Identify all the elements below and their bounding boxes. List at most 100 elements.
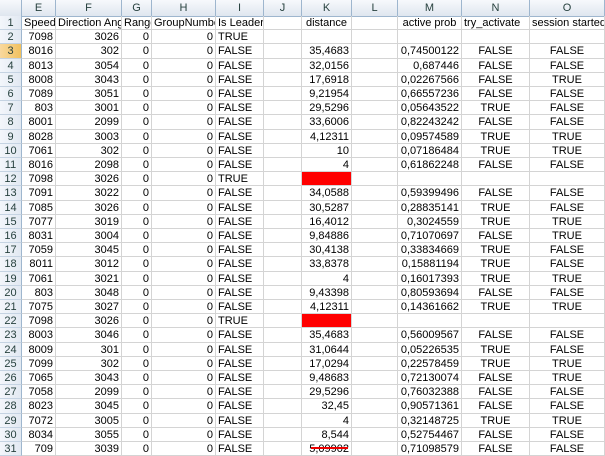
cell-f[interactable]: 3021 [56,271,122,286]
cell-g[interactable]: 0 [122,143,152,158]
cell-g[interactable]: 0 [122,58,152,73]
cell-l[interactable] [352,413,398,428]
cell-j[interactable] [264,257,302,272]
cell-l[interactable] [352,314,398,329]
cell-g[interactable]: 0 [122,200,152,215]
cell-l[interactable] [352,186,398,201]
cell-e[interactable]: 8034 [22,427,56,442]
cell-n[interactable]: FALSE [462,44,530,59]
cell-f[interactable]: 3022 [56,186,122,201]
cell-e[interactable]: 8028 [22,129,56,144]
cell-g[interactable]: 0 [122,101,152,116]
cell-o[interactable] [530,172,605,187]
cell-l[interactable] [352,200,398,215]
cell-g[interactable]: 0 [122,257,152,272]
cell-l[interactable] [352,44,398,59]
cell-i[interactable]: FALSE [216,285,264,300]
cell-j[interactable] [264,427,302,442]
row-header[interactable]: 29 [0,413,22,428]
cell-l[interactable] [352,87,398,102]
cell-i[interactable]: FALSE [216,115,264,130]
cell-k[interactable]: 32,45 [302,399,352,414]
cell-f[interactable]: 2098 [56,158,122,173]
cell-h[interactable]: 0 [152,442,216,456]
cell-f[interactable]: 3048 [56,285,122,300]
select-all-corner[interactable] [0,0,22,16]
cell-f[interactable]: 3026 [56,30,122,45]
cell-f[interactable]: 3043 [56,371,122,386]
cell-f[interactable]: 3012 [56,257,122,272]
cell-f[interactable]: 3045 [56,243,122,258]
cell-g[interactable]: 0 [122,44,152,59]
cell-j[interactable] [264,186,302,201]
cell-k[interactable] [302,172,352,187]
cell-j[interactable] [264,328,302,343]
cell-l[interactable] [352,30,398,45]
cell-h[interactable]: 0 [152,186,216,201]
cell-k[interactable]: 29,5296 [302,101,352,116]
cell-j[interactable] [264,271,302,286]
cell-e[interactable]: 8016 [22,44,56,59]
cell-n[interactable]: FALSE [462,328,530,343]
cell-i[interactable]: FALSE [216,58,264,73]
cell-g[interactable]: 0 [122,72,152,87]
row-header[interactable]: 12 [0,172,22,187]
cell-n[interactable] [462,314,530,329]
cell-m[interactable]: 0,15881194 [398,257,462,272]
cell-j[interactable] [264,314,302,329]
cell-e[interactable]: 8013 [22,58,56,73]
cell-k[interactable]: 4,12311 [302,129,352,144]
cell-l[interactable] [352,257,398,272]
cell-o[interactable]: TRUE [530,129,605,144]
cell-j[interactable] [264,101,302,116]
cell-m[interactable]: 0,66557236 [398,87,462,102]
cell-e[interactable]: 8009 [22,342,56,357]
cell-m[interactable]: 0,16017393 [398,271,462,286]
cell-m[interactable]: 0,687446 [398,58,462,73]
cell-e[interactable]: 7098 [22,314,56,329]
cell-l[interactable] [352,285,398,300]
row-header[interactable]: 17 [0,243,22,258]
cell-g[interactable]: 0 [122,129,152,144]
cell-e[interactable]: 7058 [22,385,56,400]
cell-g[interactable]: 0 [122,356,152,371]
cell-i[interactable]: FALSE [216,427,264,442]
cell-h[interactable]: 0 [152,371,216,386]
cell-n[interactable]: TRUE [462,129,530,144]
cell-f[interactable]: 3026 [56,200,122,215]
cell-m[interactable]: 0,71098579 [398,442,462,456]
row-header[interactable]: 31 [0,442,22,456]
cell-i[interactable]: TRUE [216,314,264,329]
cell-h[interactable]: 0 [152,30,216,45]
cell-n[interactable]: TRUE [462,271,530,286]
row-header[interactable]: 3 [0,44,22,59]
cell-n[interactable]: TRUE [462,143,530,158]
cell-m[interactable]: 0,3024559 [398,214,462,229]
cell-e[interactable]: 8016 [22,158,56,173]
cell-g[interactable]: 0 [122,30,152,45]
cell-k[interactable]: 4 [302,271,352,286]
cell-l[interactable] [352,385,398,400]
cell-i[interactable]: FALSE [216,186,264,201]
cell-g[interactable]: 0 [122,158,152,173]
cell-l[interactable] [352,371,398,386]
cell-h[interactable]: 0 [152,72,216,87]
cell-h[interactable]: 0 [152,229,216,244]
cell-o[interactable]: TRUE [530,229,605,244]
header-cell-g[interactable]: Range [122,16,152,31]
cell-m[interactable]: 0,80593694 [398,285,462,300]
cell-k[interactable]: 17,6918 [302,72,352,87]
cell-o[interactable]: TRUE [530,143,605,158]
cell-h[interactable]: 0 [152,214,216,229]
cell-k[interactable]: 9,21954 [302,87,352,102]
row-header[interactable]: 30 [0,427,22,442]
column-header-k[interactable]: K [302,0,352,16]
cell-n[interactable]: FALSE [462,285,530,300]
header-cell-m[interactable]: active prob [398,16,462,31]
cell-o[interactable]: FALSE [530,58,605,73]
row-header[interactable]: 18 [0,257,22,272]
cell-l[interactable] [352,399,398,414]
cell-o[interactable]: FALSE [530,243,605,258]
cell-h[interactable]: 0 [152,101,216,116]
cell-f[interactable]: 302 [56,356,122,371]
